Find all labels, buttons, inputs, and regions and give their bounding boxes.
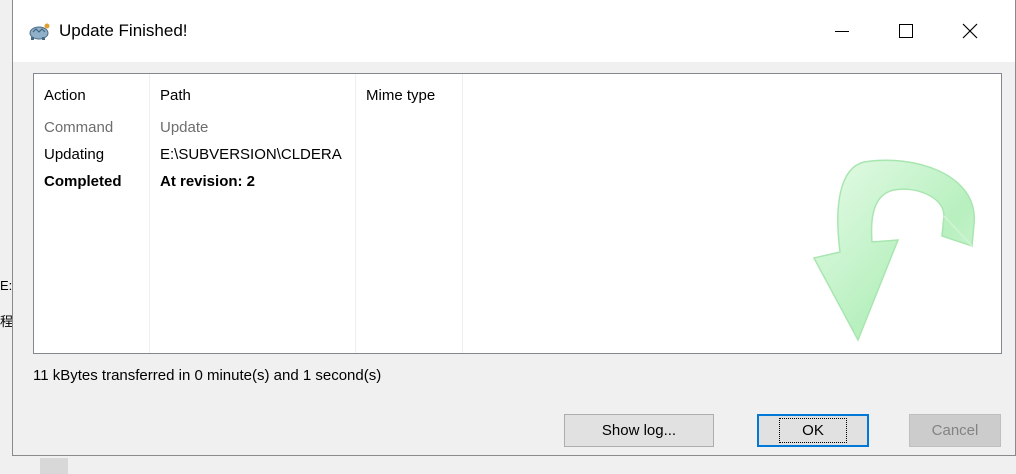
show-log-button[interactable]: Show log... [564,414,714,447]
column-separator [462,74,463,353]
ok-button[interactable]: OK [757,414,869,447]
row-path: Update [160,119,209,136]
background-text: E: [0,278,13,293]
close-icon [962,23,978,39]
maximize-button[interactable] [883,0,929,62]
minimize-icon [835,30,849,32]
update-finished-dialog: Update Finished! Action Path Mime type C… [12,0,1016,456]
row-path: At revision: 2 [160,173,256,190]
column-separator [355,74,356,353]
column-header-mime-type[interactable]: Mime type [366,87,435,104]
column-header-path[interactable]: Path [160,87,191,104]
background-window-fragment: E: 程 [0,268,14,340]
update-arrow-icon [812,159,975,342]
minimize-button[interactable] [819,0,865,62]
column-header-action[interactable]: Action [44,87,86,104]
title-bar[interactable]: Update Finished! [13,0,1015,62]
transfer-status: 11 kBytes transferred in 0 minute(s) and… [33,367,382,384]
maximize-icon [899,24,913,38]
background-taskbar-fragment [40,458,68,474]
row-action: Command [44,119,114,136]
background-text: 程 [0,314,14,329]
row-path: E:\SUBVERSION\CLDERA [160,146,342,163]
row-action: Updating [44,146,105,163]
window-title: Update Finished! [59,21,188,40]
tortoise-icon [29,23,50,40]
column-separator [149,74,150,353]
close-button[interactable] [947,0,993,62]
results-list[interactable]: Action Path Mime type Command Update Upd… [33,73,1002,354]
cancel-button[interactable]: Cancel [909,414,1001,447]
ok-button-label: OK [779,418,847,443]
row-action: Completed [44,173,122,190]
